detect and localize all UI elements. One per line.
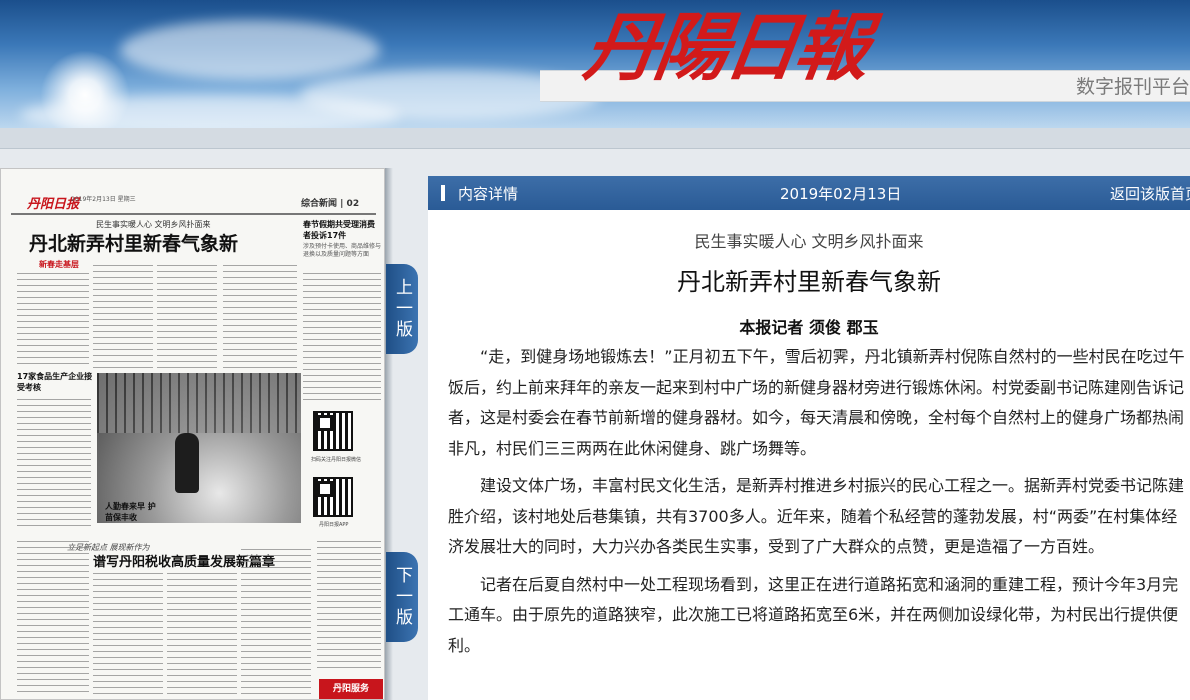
thumb-text-block <box>317 541 381 673</box>
thumb-section: 综合新闻 | 02 <box>301 199 360 209</box>
article-byline: 本报记者 须俊 郡玉 <box>739 318 879 337</box>
qr-code-app <box>313 477 353 517</box>
thumb-headline[interactable]: 丹北新弄村里新春气象新 <box>29 229 238 256</box>
cloud <box>120 20 380 80</box>
site-header: 丹陽日報 数字报刊平台 <box>0 0 1190 128</box>
article-headline: 丹北新弄村里新春气象新 <box>677 268 941 296</box>
thumb-text-block <box>93 573 163 697</box>
thumb-text-block <box>223 265 297 369</box>
qr-caption-app: 丹阳日报APP <box>319 522 349 528</box>
thumb-text-block <box>167 573 237 697</box>
bar-title: 内容详情 <box>458 185 519 203</box>
bar-marker-icon <box>441 185 445 201</box>
header-strip <box>0 128 1190 149</box>
thumb-text-block <box>17 541 89 697</box>
photo-farmer <box>175 433 199 493</box>
thumb-side-headline[interactable]: 春节假期共受理消费者投诉17件 <box>303 219 381 241</box>
thumb-text-block <box>303 273 381 403</box>
article-date: 2019年02月13日 <box>780 185 902 203</box>
article-kicker: 民生事实暖人心 文明乡风扑面来 <box>694 232 924 251</box>
page-thumbnail[interactable]: 丹阳日报 2019年2月13日 星期三 综合新闻 | 02 民生事实暖人心 文明… <box>0 168 385 700</box>
thumb-text-block <box>17 273 89 365</box>
prev-page-button[interactable]: 上一版 <box>386 264 418 354</box>
article-paragraph: “走，到健身场地锻炼去！”正月初五下午，雪后初霁，丹北镇新弄村倪陈自然村的一些村… <box>448 347 1185 458</box>
platform-subtitle: 数字报刊平台 <box>1076 76 1190 98</box>
thumb-side-subhead: 涉及预付卡使用、商品维修与退换以及质量问题等方面 <box>303 243 382 258</box>
masthead-logo: 丹陽日報 <box>578 5 872 91</box>
thumb-ad: 丹阳服务 <box>319 679 383 699</box>
thumb-text-block <box>241 549 311 697</box>
thumb-photo-caption: 人勤春来早 护苗保丰收 <box>105 502 156 522</box>
thumb-text-block <box>93 265 153 369</box>
article-title-bar: 内容详情 2019年02月13日 返回该版首页 <box>428 176 1190 210</box>
photo-trees <box>97 373 301 433</box>
thumb-text-block <box>17 399 91 529</box>
cloud <box>20 95 400 128</box>
article-paragraph: 记者在后夏自然村中一处工程现场看到，这里正在进行道路拓宽和涵洞的重建工程，预计今… <box>448 574 1179 655</box>
qr-code-wechat <box>313 411 353 451</box>
article-panel: 内容详情 2019年02月13日 返回该版首页 民生事实暖人心 文明乡风扑面来 … <box>428 176 1190 700</box>
next-page-button[interactable]: 下一版 <box>386 552 418 642</box>
article-paragraph: 建设文体广场，丰富村民文化生活，是新弄村推进乡村振兴的民心工程之一。据新弄村党委… <box>448 476 1185 556</box>
thumb-date-info: 2019年2月13日 星期三 <box>71 196 136 203</box>
article-body: “走，到健身场地锻炼去！”正月初五下午，雪后初霁，丹北镇新弄村倪陈自然村的一些村… <box>448 342 1186 668</box>
thumb-rule <box>11 213 376 215</box>
thumb-badge: 新春走基层 <box>39 260 79 269</box>
back-to-page-link[interactable]: 返回该版首页 <box>1110 183 1190 204</box>
thumb-left-headline[interactable]: 17家食品生产企业接受考核 <box>17 371 93 393</box>
thumb-text-block <box>157 265 217 369</box>
qr-caption-wechat: 扫码关注丹阳日报微信 <box>311 457 362 463</box>
